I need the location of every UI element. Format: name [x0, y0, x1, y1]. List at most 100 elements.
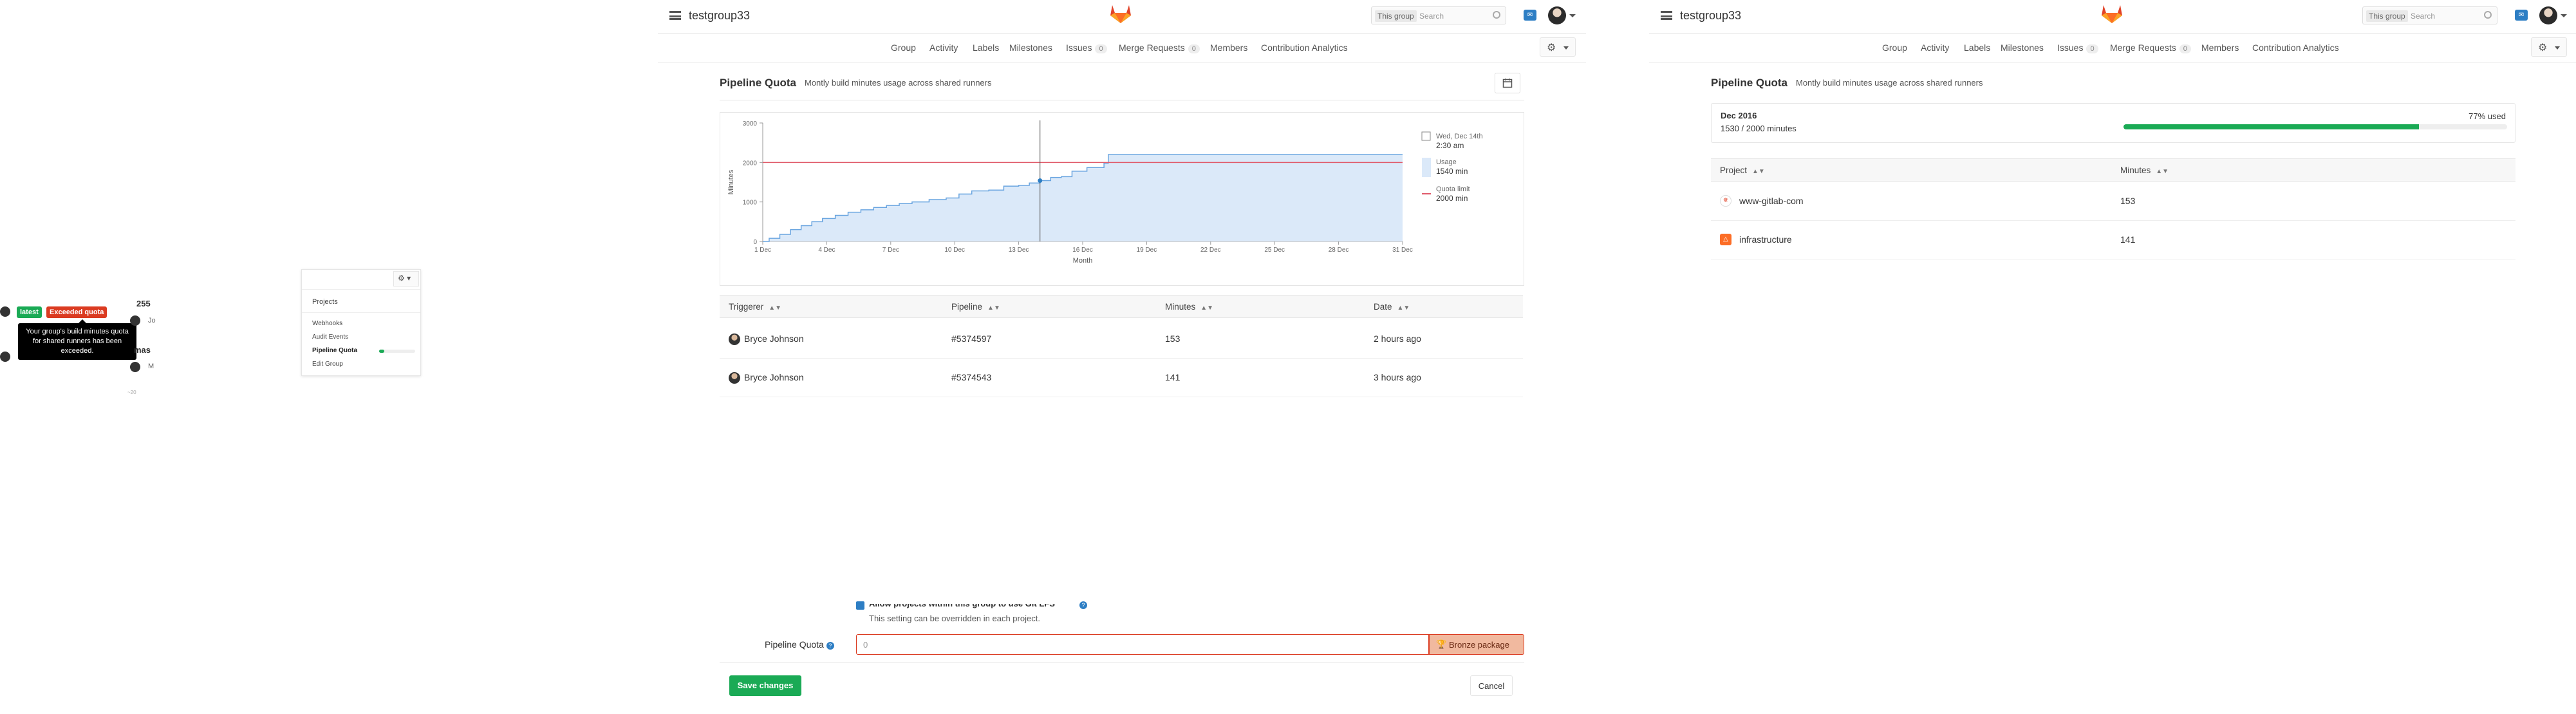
- lfs-label: Allow projects within this group to use …: [869, 599, 1055, 608]
- triggerer[interactable]: Bryce Johnson: [744, 372, 804, 382]
- quota-progress-bar: [2123, 124, 2507, 129]
- menu-icon[interactable]: [1661, 11, 1672, 20]
- settings-dropdown-preview: ⚙ ▾ Projects Webhooks Audit Events Pipel…: [301, 269, 421, 376]
- pipeline-id[interactable]: #5374543: [951, 372, 991, 382]
- right-panel: testgroup33 This group Search ✉ Group Ac…: [1649, 0, 2576, 714]
- question-icon[interactable]: ?: [826, 642, 834, 650]
- chevron-down-icon[interactable]: [1569, 14, 1576, 17]
- partial-text: ~20: [127, 390, 136, 395]
- x-tick-label: 25 Dec: [1264, 247, 1285, 254]
- x-axis-label: Month: [1073, 257, 1093, 265]
- avatar: [729, 334, 740, 345]
- col-project[interactable]: Project ▲▼: [1720, 165, 1765, 175]
- projects-table-header: Project ▲▼ Minutes ▲▼: [1711, 158, 2515, 182]
- minutes: 153: [2120, 196, 2136, 206]
- nav-labels[interactable]: Labels: [973, 42, 999, 53]
- group-title[interactable]: testgroup33: [1680, 9, 1741, 23]
- nav-issues[interactable]: Issues 0: [2057, 42, 2098, 53]
- y-tick-label: 3000: [743, 120, 758, 127]
- project-name[interactable]: infrastructure: [1739, 234, 1792, 245]
- pipelines-table-header: Triggerer ▲▼ Pipeline ▲▼ Minutes ▲▼ Date ▲▼: [720, 295, 1523, 318]
- sort-icon: ▲▼: [1397, 305, 1410, 312]
- nav-labels[interactable]: Labels: [1964, 42, 1990, 53]
- search-input[interactable]: This group Search: [1371, 6, 1506, 24]
- nav-milestones[interactable]: Milestones: [1009, 42, 1052, 53]
- nav-merge-requests[interactable]: Merge Requests 0: [1119, 42, 1200, 53]
- nav-issues[interactable]: Issues 0: [1066, 42, 1107, 53]
- triggerer[interactable]: Bryce Johnson: [744, 334, 804, 344]
- pipeline-quota-input[interactable]: 0: [856, 634, 1429, 655]
- table-row: ✵ www-gitlab-com 153: [1711, 182, 2515, 221]
- nav-merge-requests[interactable]: Merge Requests 0: [2110, 42, 2191, 53]
- group-settings-button[interactable]: ⚙: [1540, 37, 1576, 57]
- minutes: 153: [1165, 334, 1181, 344]
- quota-value: 0: [863, 640, 868, 650]
- search-scope[interactable]: This group: [2366, 10, 2408, 22]
- nav-contribution-analytics[interactable]: Contribution Analytics: [1261, 42, 1348, 53]
- menu-item-edit-group[interactable]: Edit Group: [312, 361, 343, 368]
- gear-button[interactable]: ⚙ ▾: [393, 271, 419, 287]
- group-nav: Group Activity Labels Milestones Issues 0…: [1649, 37, 2576, 59]
- nav-members[interactable]: Members: [2201, 42, 2239, 53]
- nav-contribution-analytics[interactable]: Contribution Analytics: [2252, 42, 2339, 53]
- usage-area: [763, 155, 1403, 241]
- search-placeholder: Search: [1419, 12, 1444, 21]
- col-pipeline[interactable]: Pipeline ▲▼: [951, 302, 1000, 312]
- search-scope[interactable]: This group: [1375, 10, 1417, 22]
- page-title: Pipeline Quota: [720, 77, 797, 89]
- pipeline-quota-label: Pipeline Quota ?: [765, 639, 834, 650]
- group-title[interactable]: testgroup33: [689, 9, 750, 23]
- lfs-checkbox[interactable]: [856, 601, 864, 610]
- legend-quota-label: Quota limit: [1436, 185, 1470, 193]
- user-avatar[interactable]: [1548, 6, 1566, 24]
- nav-group[interactable]: Group: [1882, 42, 1907, 53]
- nav-group[interactable]: Group: [891, 42, 916, 53]
- group-settings-button[interactable]: ⚙: [2531, 37, 2567, 57]
- mr-count: 0: [1188, 44, 1200, 53]
- user-avatar[interactable]: [2539, 6, 2557, 24]
- col-date[interactable]: Date ▲▼: [1374, 302, 1410, 312]
- issues-count: 0: [1095, 44, 1107, 53]
- project-name[interactable]: www-gitlab-com: [1739, 196, 1804, 206]
- quota-used-text: 1530 / 2000 minutes: [1721, 124, 1797, 133]
- menu-item-projects[interactable]: Projects: [312, 298, 338, 306]
- x-tick-label: 1 Dec: [754, 247, 771, 254]
- nav-members[interactable]: Members: [1210, 42, 1247, 53]
- cancel-button[interactable]: Cancel: [1470, 675, 1513, 696]
- project-avatar: △: [1720, 234, 1731, 245]
- menu-icon[interactable]: [669, 11, 681, 20]
- x-tick-label: 7 Dec: [882, 247, 899, 254]
- search-input[interactable]: This group Search: [2362, 6, 2497, 24]
- col-minutes[interactable]: Minutes ▲▼: [1165, 302, 1213, 312]
- x-tick-label: 19 Dec: [1137, 247, 1157, 254]
- pipeline-id[interactable]: #5374597: [951, 334, 991, 344]
- date: 2 hours ago: [1374, 334, 1421, 344]
- gitlab-logo-icon[interactable]: [1109, 3, 1132, 24]
- chevron-down-icon[interactable]: [2561, 14, 2567, 17]
- nav-milestones[interactable]: Milestones: [2001, 42, 2044, 53]
- nav-activity[interactable]: Activity: [929, 42, 958, 53]
- menu-item-pipeline-quota[interactable]: Pipeline Quota: [312, 347, 357, 354]
- menu-item-audit-events[interactable]: Audit Events: [312, 334, 348, 341]
- save-button[interactable]: Save changes: [729, 675, 801, 696]
- question-icon[interactable]: ?: [1079, 601, 1087, 609]
- nav-activity[interactable]: Activity: [1921, 42, 1949, 53]
- search-icon: [1493, 11, 1500, 19]
- col-triggerer[interactable]: Triggerer ▲▼: [729, 302, 781, 312]
- col-minutes[interactable]: Minutes ▲▼: [2120, 165, 2169, 175]
- tooltip-date: Wed, Dec 14th: [1436, 133, 1483, 140]
- gear-icon: ⚙: [2538, 42, 2548, 53]
- search-icon: [2484, 11, 2492, 19]
- x-tick-label: 31 Dec: [1392, 247, 1413, 254]
- date: 3 hours ago: [1374, 372, 1421, 382]
- latest-badge: latest: [17, 306, 42, 318]
- gitlab-logo-icon[interactable]: [2100, 3, 2123, 24]
- todos-icon[interactable]: ✉: [1524, 10, 1536, 21]
- y-tick-label: 0: [753, 239, 757, 246]
- menu-item-webhooks[interactable]: Webhooks: [312, 320, 342, 327]
- quota-tooltip: Your group's build minutes quota for sha…: [18, 323, 136, 360]
- calendar-button[interactable]: [1495, 73, 1520, 93]
- bronze-package-addon: 🏆 Bronze package: [1429, 634, 1524, 655]
- todos-icon[interactable]: ✉: [2515, 10, 2528, 21]
- sort-icon: ▲▼: [1200, 305, 1214, 312]
